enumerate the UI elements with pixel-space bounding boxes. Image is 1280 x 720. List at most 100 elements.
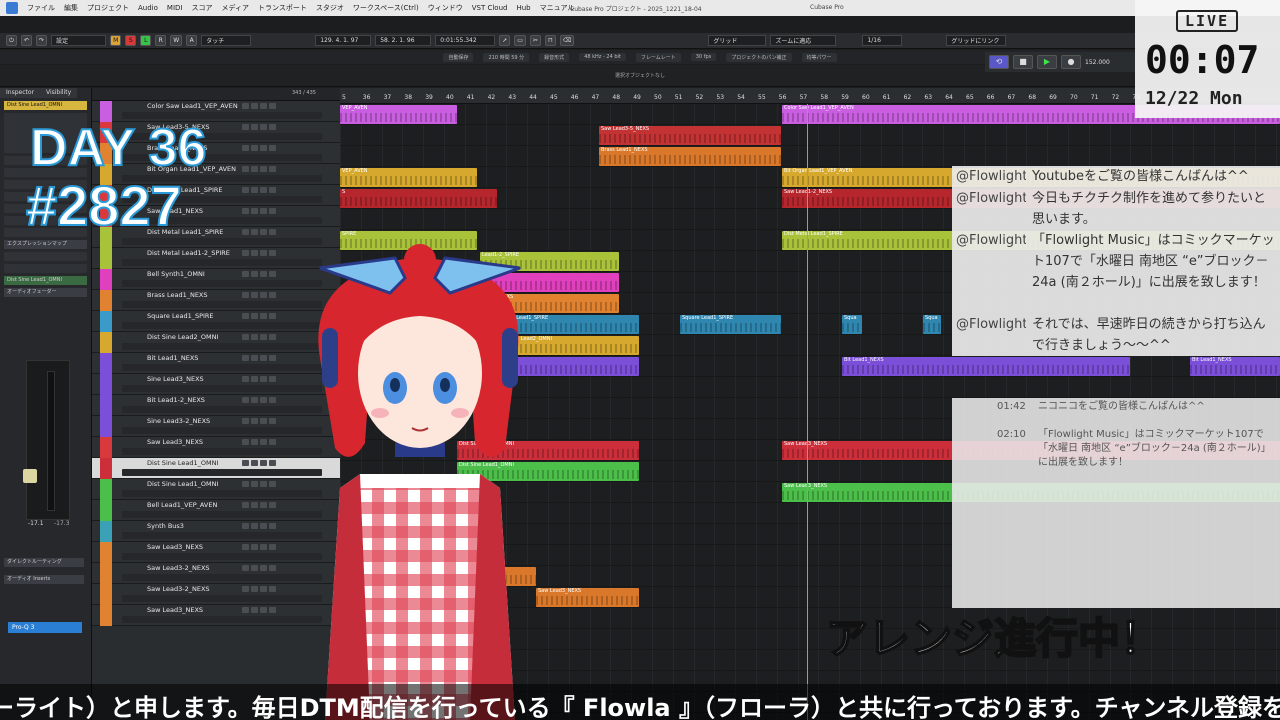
msb-w-button[interactable]: W — [170, 35, 183, 46]
track-buttons[interactable] — [242, 586, 276, 592]
track-sub-controls[interactable] — [122, 406, 322, 413]
inspector-track-name[interactable]: Dist Sine Lead1_OMNI — [4, 101, 87, 110]
grid-link-select[interactable]: グリッドにリンク — [946, 35, 1007, 46]
track-buttons[interactable] — [242, 124, 276, 130]
info-pan-law[interactable]: 均等パワー — [801, 52, 837, 62]
section-audio-inserts[interactable]: オーディオ Inserts — [4, 575, 84, 584]
left-locator-field[interactable]: 129. 4. 1. 97 — [315, 35, 372, 46]
track-buttons[interactable] — [242, 502, 276, 508]
track-buttons[interactable] — [242, 481, 276, 487]
track-name[interactable]: Bell Lead1_VEP_AVEN — [147, 501, 217, 509]
track-sub-controls[interactable] — [122, 532, 322, 539]
glue-tool-icon[interactable]: ⊓ — [544, 35, 556, 46]
track-name[interactable]: Bit Lead1-2_NEXS — [147, 396, 205, 404]
volume-fader[interactable] — [23, 360, 70, 520]
track-sub-controls[interactable] — [122, 322, 322, 329]
tab-inspector[interactable]: Inspector — [0, 88, 40, 98]
track-name[interactable]: Saw Lead3-2_NEXS — [147, 585, 210, 593]
menu-item[interactable]: MIDI — [167, 4, 183, 12]
stop-icon[interactable]: ■ — [1013, 55, 1033, 69]
track-name[interactable]: Synth Bus3 — [147, 522, 184, 530]
track-buttons[interactable] — [242, 145, 276, 151]
msb-r-button[interactable]: R — [155, 35, 167, 46]
track-name[interactable]: Saw Lead3_NEXS — [147, 606, 203, 614]
info-sample-rate[interactable]: 48 kHz - 24 bit — [579, 53, 626, 61]
track-sub-controls[interactable] — [122, 259, 322, 266]
track-sub-controls[interactable] — [122, 553, 322, 560]
track-name[interactable]: Dist Sine Lead1_OMNI — [147, 459, 218, 467]
menu-item[interactable]: スコア — [191, 3, 212, 13]
track-buttons[interactable] — [242, 271, 276, 277]
track-buttons[interactable] — [242, 418, 276, 424]
track-buttons[interactable] — [242, 166, 276, 172]
range-tool-icon[interactable]: ▭ — [514, 35, 526, 46]
menu-item[interactable]: メディア — [221, 3, 249, 13]
cycle-icon[interactable]: ⟲ — [989, 55, 1009, 69]
menu-item[interactable]: Hub — [516, 4, 530, 12]
track-lane[interactable] — [340, 146, 1280, 167]
project-cursor[interactable] — [807, 104, 808, 720]
quantize-select[interactable]: 1/16 — [862, 35, 903, 46]
pointer-tool-icon[interactable]: ➚ — [499, 35, 511, 46]
track-buttons[interactable] — [242, 250, 276, 256]
menu-item[interactable]: スタジオ — [316, 3, 344, 13]
track-buttons[interactable] — [242, 292, 276, 298]
track-sub-controls[interactable] — [122, 238, 322, 245]
track-name[interactable]: Bell Synth1_OMNI — [147, 270, 205, 278]
track-sub-controls[interactable] — [122, 448, 322, 455]
track-buttons[interactable] — [242, 460, 276, 466]
track-buttons[interactable] — [242, 523, 276, 529]
track-sub-controls[interactable] — [122, 469, 322, 476]
track-buttons[interactable] — [242, 439, 276, 445]
track-sub-controls[interactable] — [122, 301, 322, 308]
menu-item[interactable]: 編集 — [64, 3, 78, 13]
msb-m-button[interactable]: M — [110, 35, 122, 46]
activate-project-button[interactable]: ⏻ — [6, 35, 17, 46]
track-name[interactable]: Dist Metal Lead1-2_SPIRE — [147, 249, 230, 257]
tab-visibility[interactable]: Visibility — [40, 88, 78, 98]
fader-handle[interactable] — [23, 469, 37, 483]
track-sub-controls[interactable] — [122, 511, 322, 518]
msb-l-button[interactable]: L — [140, 35, 152, 46]
track-buttons[interactable] — [242, 313, 276, 319]
tempo-display[interactable]: 152.000 — [1085, 59, 1110, 66]
right-locator-field[interactable]: 58. 2. 1. 96 — [375, 35, 432, 46]
track-sub-controls[interactable] — [122, 595, 322, 602]
track-buttons[interactable] — [242, 208, 276, 214]
track-name[interactable]: Saw Lead3_NEXS — [147, 438, 203, 446]
track-name[interactable]: Saw Lead3_NEXS — [147, 543, 203, 551]
track-buttons[interactable] — [242, 565, 276, 571]
track-name[interactable]: Dist Sine Lead2_OMNI — [147, 333, 218, 341]
track-lane[interactable] — [340, 125, 1280, 146]
midi-clip[interactable]: Brass Lead1_NEXS — [599, 147, 781, 166]
track-buttons[interactable] — [242, 544, 276, 550]
preset-select[interactable]: 設定 — [51, 35, 107, 46]
erase-tool-icon[interactable]: ⌫ — [559, 35, 575, 46]
track-sub-controls[interactable] — [122, 112, 322, 119]
history-forward-button[interactable]: ↷ — [36, 35, 48, 46]
menu-item[interactable]: トランスポート — [258, 3, 307, 13]
track-name[interactable]: Sine Lead3_NEXS — [147, 375, 204, 383]
track-buttons[interactable] — [242, 397, 276, 403]
track-sub-controls[interactable] — [122, 364, 322, 371]
midi-clip[interactable]: Bit Lead1_NEXS — [842, 357, 1130, 376]
record-icon[interactable]: ● — [1061, 55, 1081, 69]
track-sub-controls[interactable] — [122, 385, 322, 392]
track-name[interactable]: Bit Lead1_NEXS — [147, 354, 198, 362]
track-sub-controls[interactable] — [122, 427, 322, 434]
zoom-select[interactable]: ズームに適応 — [770, 35, 837, 46]
history-back-button[interactable]: ↶ — [21, 35, 33, 46]
menu-item[interactable]: ウィンドウ — [428, 3, 463, 13]
menu-item[interactable]: ワークスペース(Ctrl) — [353, 3, 419, 13]
track-buttons[interactable] — [242, 187, 276, 193]
section-audio-fader[interactable]: オーディオフェーダー — [4, 288, 87, 297]
midi-clip[interactable]: Saw Lead3_NEXS — [536, 588, 639, 607]
section-direct-routing[interactable]: ダイレクトルーティング — [4, 558, 84, 567]
info-frame-rate[interactable]: 30 fps — [690, 53, 717, 61]
track-buttons[interactable] — [242, 607, 276, 613]
midi-clip[interactable]: Squa — [842, 315, 862, 334]
midi-clip[interactable]: Square Lead1_SPIRE — [680, 315, 781, 334]
midi-clip[interactable]: VEP_AVEN — [340, 105, 457, 124]
track-buttons[interactable] — [242, 229, 276, 235]
track-buttons[interactable] — [242, 376, 276, 382]
